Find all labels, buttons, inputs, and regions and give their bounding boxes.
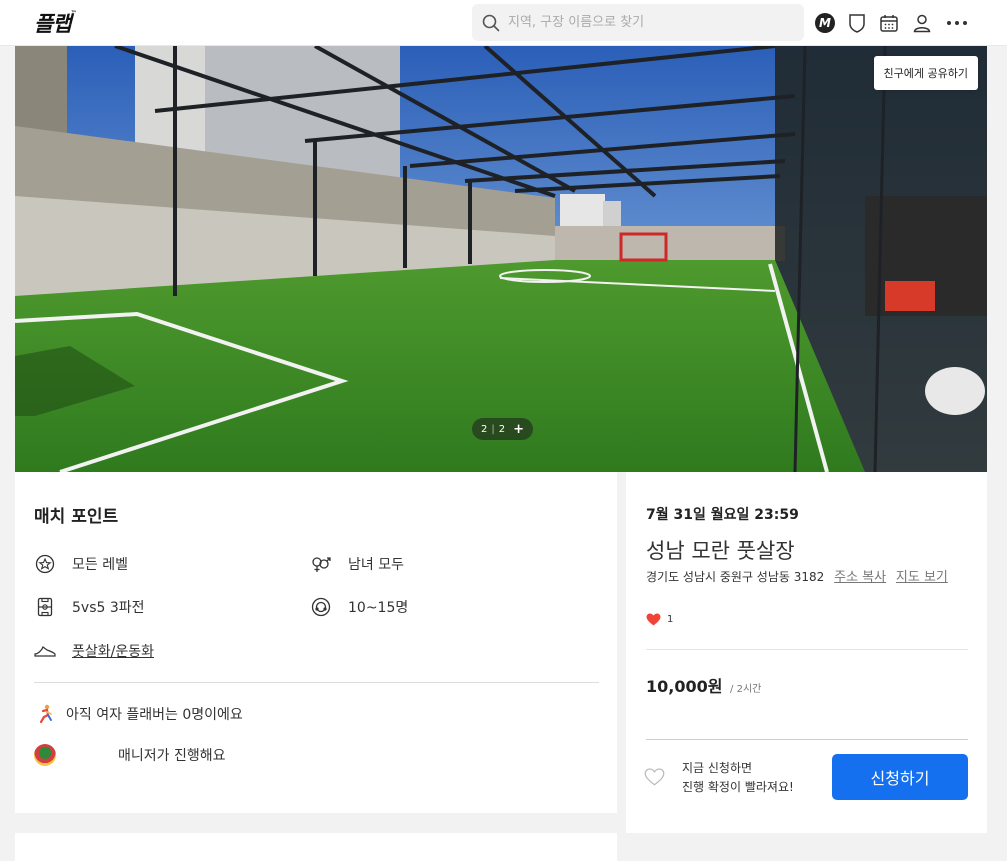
heart-filled-icon [646, 613, 661, 626]
image-pager: 2 | 2 + [472, 418, 534, 440]
more-icon[interactable] [945, 11, 969, 35]
star-badge-icon [34, 553, 56, 575]
m-badge-text: M [815, 13, 835, 33]
logo[interactable]: 플랩™ [34, 8, 77, 38]
heart-outline-icon [644, 768, 665, 786]
apply-message-line1: 지금 신청하면 [682, 761, 753, 775]
match-point-card: 매치 포인트 모든 레벨 남녀 모두 5vs5 3파전 10~15명 풋살화/운… [15, 472, 617, 813]
shoe-icon [34, 640, 56, 662]
apply-message-line2: 진행 확정이 빨라져요! [682, 780, 794, 794]
price: 10,000원 / 2시간 [646, 673, 761, 697]
match-info-card: 7월 31일 월요일 23:59 성남 모란 풋살장 경기도 성남시 중원구 성… [626, 472, 987, 833]
gender-text: 남녀 모두 [348, 557, 404, 573]
logo-text: 플랩 [34, 12, 72, 36]
search-bar[interactable] [472, 4, 804, 41]
apply-button[interactable]: 신청하기 [832, 754, 968, 800]
apply-message: 지금 신청하면 진행 확정이 빨라져요! [682, 759, 794, 797]
duration-text: / 2시간 [730, 684, 762, 695]
feature-shoes: 풋살화/운동화 [34, 640, 154, 662]
divider [34, 682, 599, 683]
feature-players: 10~15명 [310, 596, 408, 618]
female-notice-text: 아직 여자 플래버는 0명이에요 [66, 707, 243, 723]
stadium-illustration [15, 46, 987, 472]
field-icon [34, 596, 56, 618]
venue-name[interactable]: 성남 모란 풋살장 [646, 535, 795, 565]
user-icon[interactable] [910, 11, 934, 35]
pager-current: 2 [481, 423, 488, 435]
next-section-card [15, 833, 617, 861]
top-header: 플랩™ M [0, 0, 1007, 46]
gender-icon [310, 553, 332, 575]
address-text: 경기도 성남시 중원구 성남동 3182 [646, 570, 825, 584]
feature-format: 5vs5 3파전 [34, 596, 145, 618]
format-text: 5vs5 3파전 [72, 600, 145, 616]
price-text: 10,000원 [646, 677, 723, 696]
pager-total: 2 [498, 423, 506, 435]
pager-separator: | [491, 423, 495, 435]
stadium-photo[interactable]: 친구에게 공유하기 2 | 2 + [15, 46, 987, 472]
copy-address-link[interactable]: 주소 복사 [834, 570, 886, 585]
share-button[interactable]: 친구에게 공유하기 [873, 56, 978, 90]
logo-tm: ™ [70, 10, 77, 17]
runner-icon [34, 703, 56, 725]
calendar-icon[interactable] [877, 11, 901, 35]
feature-gender: 남녀 모두 [310, 553, 404, 575]
m-badge-icon[interactable]: M [813, 11, 837, 35]
view-map-link[interactable]: 지도 보기 [896, 570, 948, 585]
shoes-link[interactable]: 풋살화/운동화 [72, 641, 154, 661]
divider [646, 649, 968, 650]
like-button[interactable] [644, 768, 665, 790]
manager-avatar[interactable] [34, 744, 56, 766]
players-text: 10~15명 [348, 600, 409, 616]
level-text: 모든 레벨 [72, 557, 128, 573]
pager-plus-button[interactable]: + [513, 422, 524, 437]
search-icon [482, 14, 500, 32]
match-date: 7월 31일 월요일 23:59 [646, 507, 799, 523]
shield-icon[interactable] [845, 11, 869, 35]
match-point-title: 매치 포인트 [34, 507, 119, 527]
manager-notice-text: 매니저가 진행해요 [118, 748, 226, 764]
search-input[interactable] [508, 4, 788, 41]
manager-notice: 매니저가 진행해요 [34, 744, 226, 766]
divider [646, 739, 968, 740]
female-notice: 아직 여자 플래버는 0명이에요 [34, 703, 243, 725]
feature-level: 모든 레벨 [34, 553, 128, 575]
venue-address: 경기도 성남시 중원구 성남동 3182 주소 복사 지도 보기 [646, 567, 971, 588]
like-count-text: 1 [667, 614, 674, 625]
players-icon [310, 596, 332, 618]
like-count: 1 [646, 613, 673, 626]
